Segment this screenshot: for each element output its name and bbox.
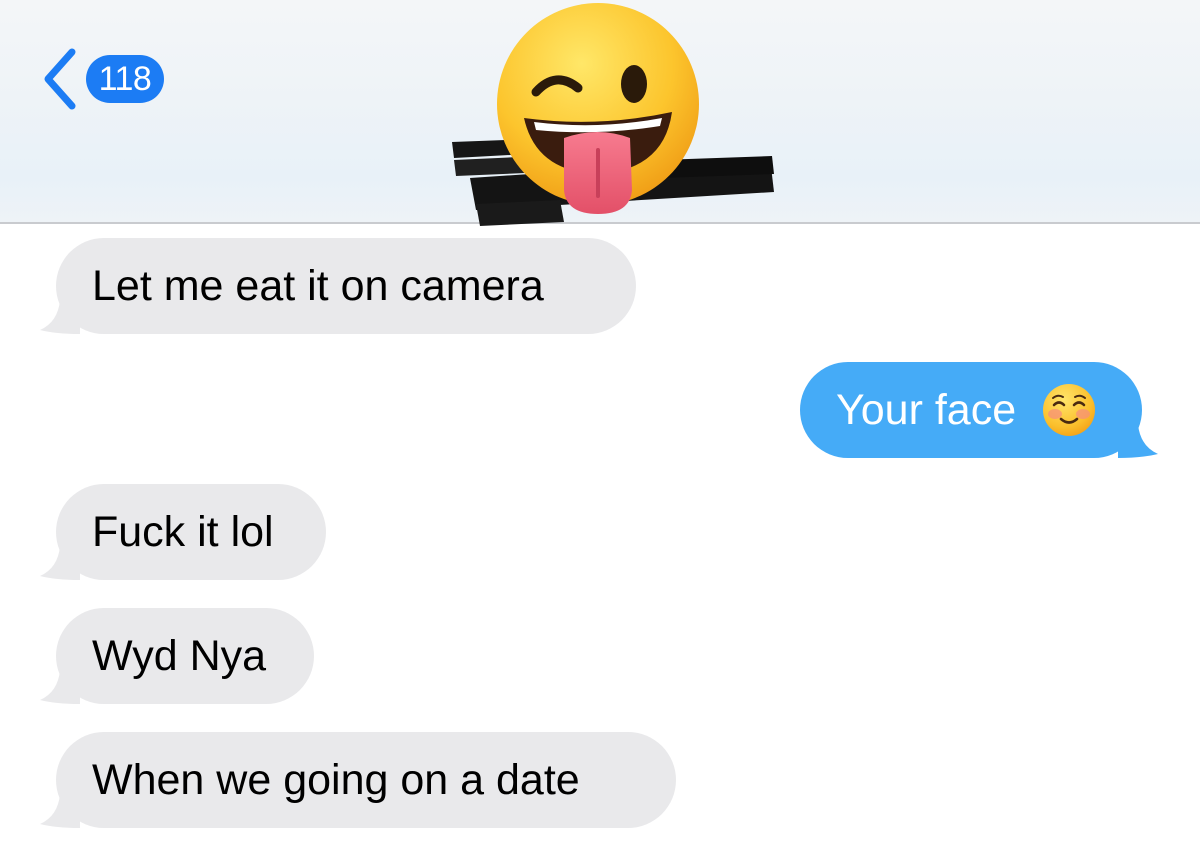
bubble-tail xyxy=(40,794,80,828)
message-bubble-sent[interactable]: Your face xyxy=(800,362,1158,458)
message-text: Let me eat it on camera xyxy=(92,262,544,310)
message-text: When we going on a date xyxy=(92,756,580,804)
chevron-left-icon xyxy=(44,48,76,110)
conversation-header: 118 xyxy=(0,0,1200,226)
back-button[interactable]: 118 xyxy=(40,46,164,112)
message-text: Your face xyxy=(836,386,1017,434)
message-bubble-received[interactable]: Fuck it lol xyxy=(40,484,326,580)
contact-avatar[interactable] xyxy=(440,0,790,232)
message-bubble-received[interactable]: Wyd Nya xyxy=(40,608,314,704)
bubble-tail xyxy=(40,546,80,580)
message-text: Fuck it lol xyxy=(92,508,274,556)
unread-count-badge: 118 xyxy=(86,55,164,103)
message-text: Wyd Nya xyxy=(92,632,267,680)
bubble-tail xyxy=(40,300,80,334)
message-bubble-received[interactable]: When we going on a date xyxy=(40,732,676,828)
message-bubble-received[interactable]: Let me eat it on camera xyxy=(40,238,636,334)
messages-screen: 118 Let me eat it on camera Your face Fu… xyxy=(0,0,1200,852)
smiling-blush-emoji-icon xyxy=(1043,384,1096,436)
bubble-tail xyxy=(40,670,80,704)
bubble-tail xyxy=(1118,424,1158,458)
